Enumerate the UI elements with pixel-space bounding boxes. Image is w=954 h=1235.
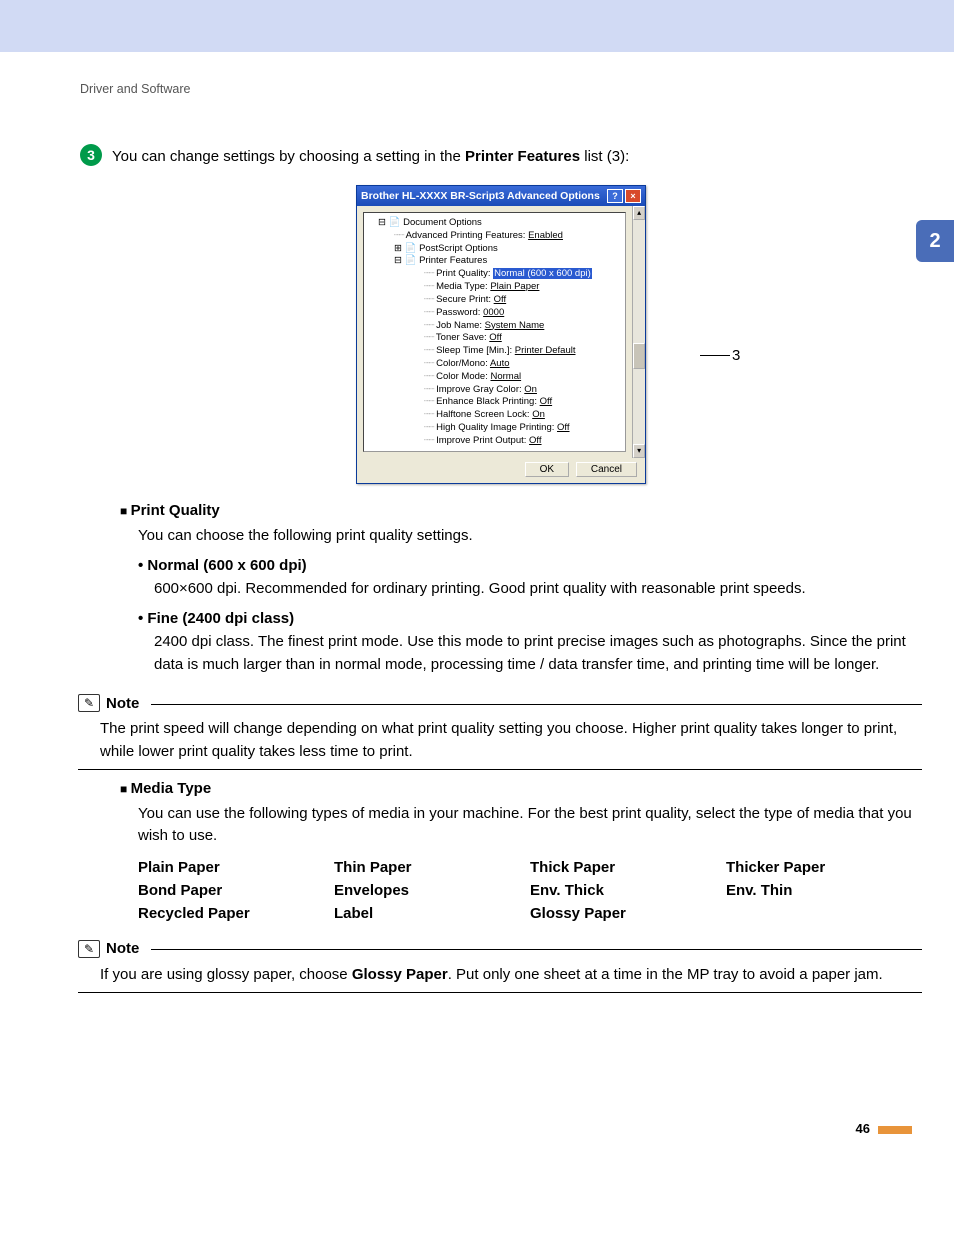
dialog-titlebar: Brother HL-XXXX BR-Script3 Advanced Opti… xyxy=(357,186,645,206)
step-text-c: list (3): xyxy=(580,148,629,165)
advanced-options-dialog: Brother HL-XXXX BR-Script3 Advanced Opti… xyxy=(356,185,646,484)
close-icon[interactable]: × xyxy=(625,189,641,203)
tree-feature-item[interactable]: ┈┈ Media Type: Plain Paper xyxy=(366,281,623,294)
note-label: Note xyxy=(106,940,139,957)
dialog-title: Brother HL-XXXX BR-Script3 Advanced Opti… xyxy=(361,190,605,202)
tree-feature-item[interactable]: ┈┈ Improve Print Output: Off xyxy=(366,435,623,448)
print-quality-section: Print Quality You can choose the followi… xyxy=(120,502,922,676)
callout-line xyxy=(700,355,730,356)
option-fine: Fine (2400 dpi class) xyxy=(138,610,922,627)
breadcrumb: Driver and Software xyxy=(80,82,922,96)
note-rule-bottom xyxy=(78,992,922,993)
page-content: Driver and Software 3 You can change set… xyxy=(0,52,954,993)
step-number-badge: 3 xyxy=(80,144,102,166)
media-type-grid: Plain PaperThin PaperThick PaperThicker … xyxy=(138,859,922,922)
section-intro: You can use the following types of media… xyxy=(138,803,922,847)
tree-feature-item[interactable]: ┈┈ Color Mode: Normal xyxy=(366,371,623,384)
tree-feature-item[interactable]: ┈┈ Improve Gray Color: On xyxy=(366,384,623,397)
tree-postscript[interactable]: ⊞ 📄 PostScript Options xyxy=(366,243,623,256)
tree-feature-item[interactable]: ┈┈ Password: 0000 xyxy=(366,307,623,320)
section-intro: You can choose the following print quali… xyxy=(138,525,922,547)
tree-feature-item[interactable]: ┈┈ Halftone Screen Lock: On xyxy=(366,409,623,422)
tree-label: Document Options xyxy=(403,217,482,228)
scrollbar[interactable]: ▴ ▾ xyxy=(632,206,645,458)
callout-number: 3 xyxy=(732,347,740,364)
tree-label: Advanced Printing Features: xyxy=(406,230,526,241)
note-icon: ✎ xyxy=(78,694,100,712)
note-body: If you are using glossy paper, choose Gl… xyxy=(100,964,922,987)
scroll-thumb[interactable] xyxy=(633,343,645,369)
tree-feature-item[interactable]: ┈┈ Toner Save: Off xyxy=(366,332,623,345)
header-bar xyxy=(0,0,954,52)
scroll-track[interactable] xyxy=(633,220,645,444)
step-text-a: You can change settings by choosing a se… xyxy=(112,148,465,165)
media-type-item: Envelopes xyxy=(334,882,530,899)
tree-feature-item[interactable]: ┈┈ Sleep Time [Min.]: Printer Default xyxy=(366,345,623,358)
page-number: 46 xyxy=(856,1121,870,1136)
note2-c: . Put only one sheet at a time in the MP… xyxy=(448,966,883,983)
step-text-bold: Printer Features xyxy=(465,148,580,165)
tree-printer-features[interactable]: ⊟ 📄 Printer Features xyxy=(366,255,623,268)
note-icon: ✎ xyxy=(78,940,100,958)
note-rule xyxy=(151,704,922,705)
section-heading: Media Type xyxy=(120,780,922,797)
options-tree[interactable]: ⊟ 📄 Document Options ┈┈ Advanced Printin… xyxy=(363,212,626,452)
cancel-button[interactable]: Cancel xyxy=(576,462,637,477)
page-footer: 46 xyxy=(0,1001,954,1166)
tree-feature-item[interactable]: ┈┈ Color/Mono: Auto xyxy=(366,358,623,371)
tree-feature-item[interactable]: ┈┈ Enhance Black Printing: Off xyxy=(366,396,623,409)
ok-button[interactable]: OK xyxy=(525,462,569,477)
scroll-up-icon[interactable]: ▴ xyxy=(633,206,645,220)
tree-label: Printer Features xyxy=(419,255,487,266)
tree-feature-item[interactable]: ┈┈ Print Quality: Normal (600 x 600 dpi) xyxy=(366,268,623,281)
media-type-item: Thicker Paper xyxy=(726,859,922,876)
tree-feature-item[interactable]: ┈┈ Secure Print: Off xyxy=(366,294,623,307)
tree-value: Enabled xyxy=(528,230,563,241)
note-body: The print speed will change depending on… xyxy=(100,718,922,763)
media-type-item: Recycled Paper xyxy=(138,905,334,922)
media-type-item: Env. Thin xyxy=(726,882,922,899)
note-2: ✎ Note If you are using glossy paper, ch… xyxy=(78,940,922,994)
note-rule-bottom xyxy=(78,769,922,770)
note-1: ✎ Note The print speed will change depen… xyxy=(78,694,922,770)
note-label: Note xyxy=(106,695,139,712)
dialog-screenshot: Brother HL-XXXX BR-Script3 Advanced Opti… xyxy=(80,185,922,484)
tree-feature-item[interactable]: ┈┈ High Quality Image Printing: Off xyxy=(366,422,623,435)
media-type-item: Env. Thick xyxy=(530,882,726,899)
note2-b: Glossy Paper xyxy=(352,966,448,983)
section-heading: Print Quality xyxy=(120,502,922,519)
option-fine-body: 2400 dpi class. The finest print mode. U… xyxy=(154,631,922,676)
media-type-section: Media Type You can use the following typ… xyxy=(120,780,922,922)
tree-feature-item[interactable]: ┈┈ Job Name: System Name xyxy=(366,320,623,333)
footer-accent xyxy=(878,1126,912,1134)
media-type-item: Glossy Paper xyxy=(530,905,726,922)
tree-label: PostScript Options xyxy=(419,243,498,254)
step-3: 3 You can change settings by choosing a … xyxy=(80,144,922,167)
note2-a: If you are using glossy paper, choose xyxy=(100,966,352,983)
media-type-item: Label xyxy=(334,905,530,922)
note-rule xyxy=(151,949,922,950)
help-icon[interactable]: ? xyxy=(607,189,623,203)
step-text: You can change settings by choosing a se… xyxy=(112,144,629,167)
scroll-down-icon[interactable]: ▾ xyxy=(633,444,645,458)
option-normal-body: 600×600 dpi. Recommended for ordinary pr… xyxy=(154,578,922,601)
media-type-item: Bond Paper xyxy=(138,882,334,899)
tree-adv-printing[interactable]: ┈┈ Advanced Printing Features: Enabled xyxy=(366,230,623,243)
option-normal: Normal (600 x 600 dpi) xyxy=(138,557,922,574)
dialog-buttons: OK Cancel xyxy=(357,458,645,483)
media-type-item: Thin Paper xyxy=(334,859,530,876)
media-type-item: Thick Paper xyxy=(530,859,726,876)
tree-document-options[interactable]: ⊟ 📄 Document Options xyxy=(366,217,623,230)
media-type-item: Plain Paper xyxy=(138,859,334,876)
